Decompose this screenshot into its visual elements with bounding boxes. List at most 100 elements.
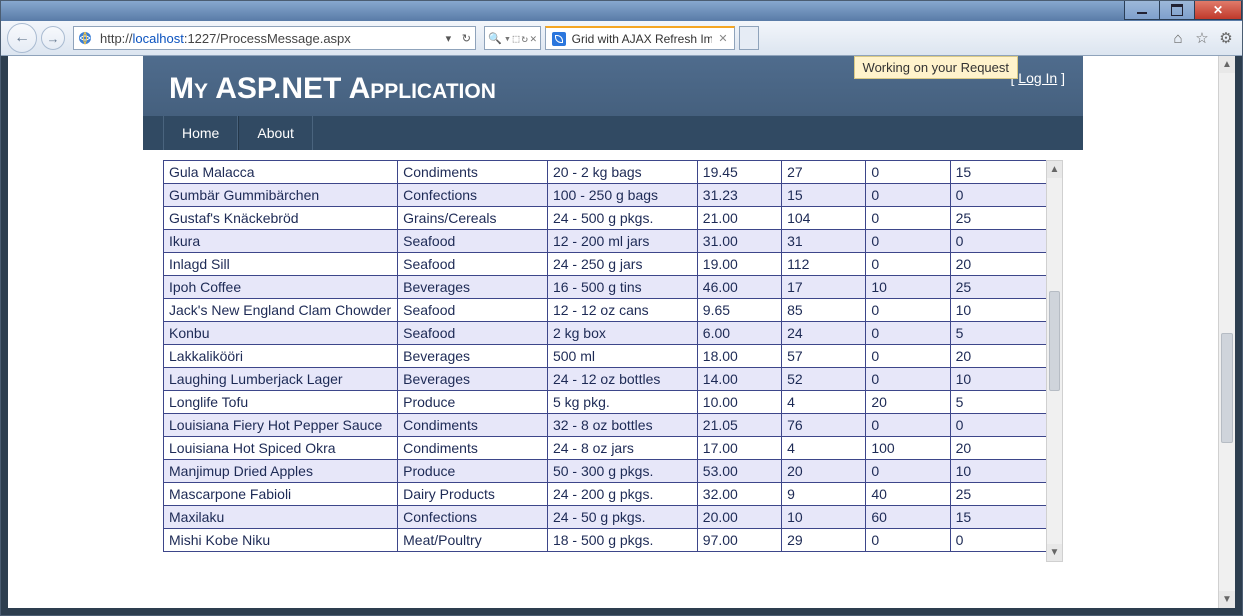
cell-order: 0 <box>866 414 950 437</box>
page-scroll-down-icon[interactable]: ▼ <box>1219 591 1235 608</box>
maximize-button[interactable] <box>1159 1 1195 20</box>
cell-price: 31.23 <box>697 184 781 207</box>
cell-qty: 12 - 200 ml jars <box>547 230 697 253</box>
cell-price: 31.00 <box>697 230 781 253</box>
dropdown-icon[interactable]: ▾ <box>439 32 457 45</box>
page-scrollbar[interactable]: ▲ ▼ <box>1218 56 1235 608</box>
login-link[interactable]: Log In <box>1018 70 1057 86</box>
cell-qty: 24 - 8 oz jars <box>547 437 697 460</box>
cell-name: Ikura <box>164 230 398 253</box>
reload-icon[interactable]: ↻ <box>521 32 528 45</box>
cell-name: Konbu <box>164 322 398 345</box>
grid-scrollbar[interactable]: ▲ ▼ <box>1046 160 1063 562</box>
cell-qty: 32 - 8 oz bottles <box>547 414 697 437</box>
cell-name: Ipoh Coffee <box>164 276 398 299</box>
table-row[interactable]: Ipoh CoffeeBeverages16 - 500 g tins46.00… <box>164 276 1063 299</box>
tab-close-icon[interactable]: ✕ <box>718 32 727 45</box>
scroll-down-icon[interactable]: ▼ <box>1047 544 1062 561</box>
titlebar[interactable] <box>1 1 1242 21</box>
cell-cat: Seafood <box>398 322 548 345</box>
table-row[interactable]: Mishi Kobe NikuMeat/Poultry18 - 500 g pk… <box>164 529 1063 552</box>
cell-qty: 16 - 500 g tins <box>547 276 697 299</box>
table-row[interactable]: Longlife TofuProduce5 kg pkg.10.004205 <box>164 391 1063 414</box>
cell-price: 46.00 <box>697 276 781 299</box>
cell-stock: 57 <box>782 345 866 368</box>
cell-name: Maxilaku <box>164 506 398 529</box>
cell-cat: Beverages <box>398 368 548 391</box>
cell-qty: 24 - 200 g pkgs. <box>547 483 697 506</box>
cell-cat: Produce <box>398 391 548 414</box>
cell-qty: 24 - 250 g jars <box>547 253 697 276</box>
back-button[interactable]: ← <box>7 23 37 53</box>
refresh-icon[interactable]: ↻ <box>457 32 475 45</box>
close-button[interactable] <box>1194 1 1242 20</box>
table-row[interactable]: Gula MalaccaCondiments20 - 2 kg bags19.4… <box>164 161 1063 184</box>
cell-name: Gula Malacca <box>164 161 398 184</box>
cell-stock: 24 <box>782 322 866 345</box>
forward-button[interactable]: → <box>41 26 65 50</box>
cell-price: 10.00 <box>697 391 781 414</box>
scroll-thumb[interactable] <box>1049 291 1060 391</box>
table-row[interactable]: Inlagd SillSeafood24 - 250 g jars19.0011… <box>164 253 1063 276</box>
address-bar[interactable]: http://localhost:1227/ProcessMessage.asp… <box>73 26 476 50</box>
home-icon[interactable]: ⌂ <box>1168 28 1188 48</box>
cell-cat: Seafood <box>398 230 548 253</box>
cell-name: Mishi Kobe Niku <box>164 529 398 552</box>
table-row[interactable]: Laughing Lumberjack LagerBeverages24 - 1… <box>164 368 1063 391</box>
cell-stock: 76 <box>782 414 866 437</box>
cell-cat: Confections <box>398 184 548 207</box>
cell-stock: 17 <box>782 276 866 299</box>
table-row[interactable]: Jack's New England Clam ChowderSeafood12… <box>164 299 1063 322</box>
table-row[interactable]: Louisiana Hot Spiced OkraCondiments24 - … <box>164 437 1063 460</box>
table-row[interactable]: Mascarpone FabioliDairy Products24 - 200… <box>164 483 1063 506</box>
stop-icon[interactable]: ⬚ <box>513 32 520 45</box>
page-scroll-up-icon[interactable]: ▲ <box>1219 56 1235 73</box>
table-row[interactable]: MaxilakuConfections24 - 50 g pkgs.20.001… <box>164 506 1063 529</box>
cell-qty: 18 - 500 g pkgs. <box>547 529 697 552</box>
cell-price: 21.00 <box>697 207 781 230</box>
table-row[interactable]: Gustaf's KnäckebrödGrains/Cereals24 - 50… <box>164 207 1063 230</box>
status-notice: Working on your Request <box>854 56 1018 79</box>
cell-stock: 20 <box>782 460 866 483</box>
cell-price: 6.00 <box>697 322 781 345</box>
cell-qty: 24 - 12 oz bottles <box>547 368 697 391</box>
cell-price: 20.00 <box>697 506 781 529</box>
table-row[interactable]: KonbuSeafood2 kg box6.002405 <box>164 322 1063 345</box>
cell-price: 97.00 <box>697 529 781 552</box>
cell-qty: 50 - 300 g pkgs. <box>547 460 697 483</box>
table-row[interactable]: Louisiana Fiery Hot Pepper SauceCondimen… <box>164 414 1063 437</box>
page-scroll-thumb[interactable] <box>1221 333 1233 443</box>
cell-price: 17.00 <box>697 437 781 460</box>
cell-stock: 112 <box>782 253 866 276</box>
tools-icon[interactable]: ⚙ <box>1216 28 1236 48</box>
cell-order: 0 <box>866 368 950 391</box>
table-row[interactable]: Manjimup Dried ApplesProduce50 - 300 g p… <box>164 460 1063 483</box>
cell-stock: 52 <box>782 368 866 391</box>
scroll-up-icon[interactable]: ▲ <box>1047 161 1062 178</box>
nav-home[interactable]: Home <box>163 116 238 150</box>
search-box[interactable]: 🔍 ▾ ⬚ ↻ ✕ <box>484 26 540 50</box>
table-row[interactable]: IkuraSeafood12 - 200 ml jars31.003100 <box>164 230 1063 253</box>
nav-about[interactable]: About <box>238 116 313 150</box>
table-row[interactable]: LakkalikööriBeverages500 ml18.0057020 <box>164 345 1063 368</box>
cell-order: 0 <box>866 207 950 230</box>
table-row[interactable]: Gumbär GummibärchenConfections100 - 250 … <box>164 184 1063 207</box>
browser-tab[interactable]: Grid with AJAX Refresh Ima... ✕ <box>545 26 735 50</box>
new-tab-button[interactable] <box>739 26 759 50</box>
favorites-icon[interactable]: ☆ <box>1192 28 1212 48</box>
cell-stock: 85 <box>782 299 866 322</box>
cell-price: 19.45 <box>697 161 781 184</box>
login-status: [ Log In ] <box>1011 70 1066 86</box>
cell-cat: Seafood <box>398 299 548 322</box>
cell-cat: Condiments <box>398 414 548 437</box>
cell-cat: Dairy Products <box>398 483 548 506</box>
cell-qty: 20 - 2 kg bags <box>547 161 697 184</box>
cell-order: 100 <box>866 437 950 460</box>
cell-stock: 27 <box>782 161 866 184</box>
cell-cat: Beverages <box>398 345 548 368</box>
minimize-button[interactable] <box>1124 1 1160 20</box>
cell-name: Laughing Lumberjack Lager <box>164 368 398 391</box>
cell-stock: 4 <box>782 437 866 460</box>
cell-qty: 24 - 500 g pkgs. <box>547 207 697 230</box>
cell-name: Louisiana Fiery Hot Pepper Sauce <box>164 414 398 437</box>
